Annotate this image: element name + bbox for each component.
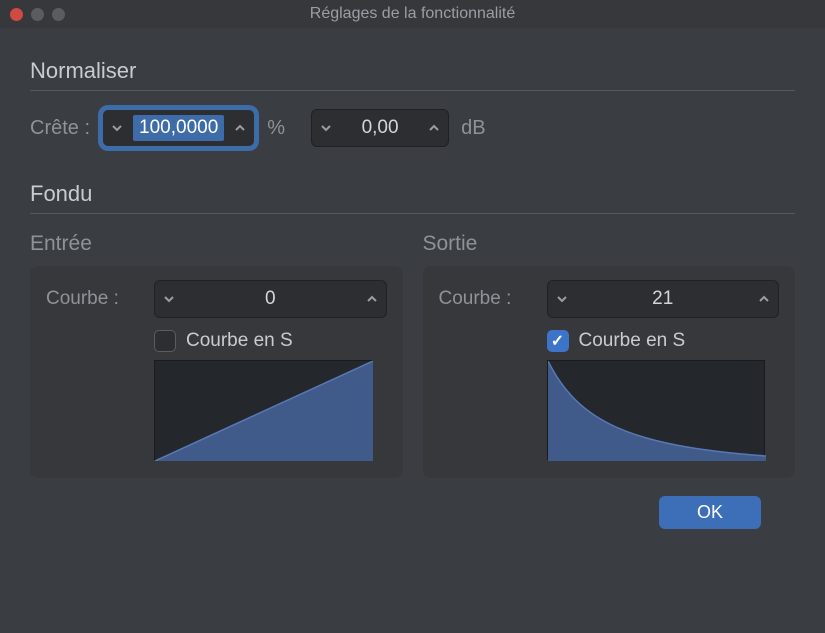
- peak-db-value[interactable]: 0,00: [340, 117, 420, 139]
- peak-label: Crête :: [30, 117, 90, 140]
- divider: [30, 213, 795, 214]
- fade-in-panel: Courbe : 0 Courbe en S: [30, 266, 403, 478]
- fade-in-scurve-checkbox[interactable]: [154, 330, 176, 352]
- fade-in-title: Entrée: [30, 232, 403, 256]
- divider: [30, 90, 795, 91]
- chevron-down-icon[interactable]: [312, 110, 340, 146]
- ok-button[interactable]: OK: [659, 496, 761, 529]
- fade-out-title: Sortie: [423, 232, 796, 256]
- window-titlebar: Réglages de la fonctionnalité: [0, 0, 825, 28]
- maximize-window-button[interactable]: [52, 8, 65, 21]
- fade-out-scurve-label: Courbe en S: [579, 330, 686, 352]
- db-unit: dB: [461, 117, 485, 140]
- peak-db-stepper[interactable]: 0,00: [311, 109, 449, 147]
- chevron-down-icon[interactable]: [548, 281, 576, 317]
- chevron-down-icon[interactable]: [103, 110, 131, 146]
- fade-heading: Fondu: [30, 181, 795, 207]
- chevron-down-icon[interactable]: [155, 281, 183, 317]
- peak-percent-stepper[interactable]: 100,0000: [102, 109, 255, 147]
- close-window-button[interactable]: [10, 8, 23, 21]
- peak-percent-value[interactable]: 100,0000: [133, 115, 224, 141]
- chevron-up-icon[interactable]: [750, 281, 778, 317]
- fade-out-curve-stepper[interactable]: 21: [547, 280, 780, 318]
- fade-in-curve-value[interactable]: 0: [183, 288, 358, 310]
- fade-out-curve-label: Courbe :: [439, 288, 539, 310]
- fade-out-curve-value[interactable]: 21: [576, 288, 751, 310]
- fade-in-curve-stepper[interactable]: 0: [154, 280, 387, 318]
- fade-in-curve-preview: [154, 360, 372, 460]
- chevron-up-icon[interactable]: [420, 110, 448, 146]
- window-title: Réglages de la fonctionnalité: [310, 5, 515, 23]
- traffic-lights: [10, 8, 65, 21]
- normalize-heading: Normaliser: [30, 58, 795, 84]
- chevron-up-icon[interactable]: [358, 281, 386, 317]
- fade-out-scurve-checkbox[interactable]: [547, 330, 569, 352]
- fade-in-scurve-label: Courbe en S: [186, 330, 293, 352]
- fade-in-curve-label: Courbe :: [46, 288, 146, 310]
- fade-out-panel: Courbe : 21 Courbe en S: [423, 266, 796, 478]
- fade-out-curve-preview: [547, 360, 765, 460]
- chevron-up-icon[interactable]: [226, 110, 254, 146]
- minimize-window-button[interactable]: [31, 8, 44, 21]
- percent-unit: %: [267, 117, 285, 140]
